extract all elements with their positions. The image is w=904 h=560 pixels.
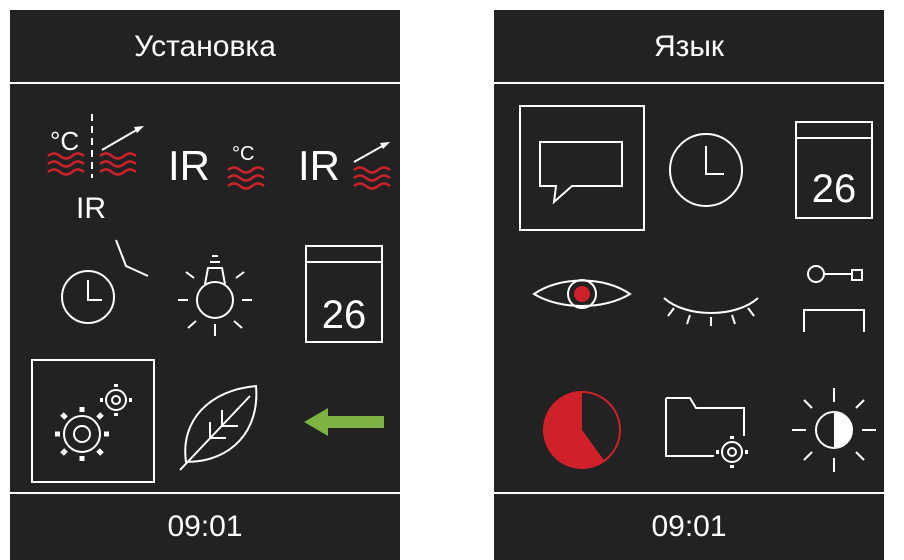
bubble-shape — [539, 141, 623, 205]
clock-time: 09:01 — [167, 510, 243, 543]
eye-open-icon[interactable] — [532, 279, 632, 309]
light-bulb-icon[interactable] — [178, 255, 252, 336]
degree-label: °C — [232, 143, 254, 165]
calendar-icon[interactable]: 26 — [795, 121, 873, 219]
sensor-calibration-icon[interactable]: °C IR — [47, 114, 144, 225]
arrow-head — [134, 126, 144, 133]
setup-icon-grid: °C IR IR °C IR 26 — [31, 114, 391, 483]
language-icon-grid: 26 — [519, 105, 876, 472]
calendar-day: 26 — [812, 167, 857, 211]
calendar-day: 26 — [322, 293, 367, 337]
calendar-icon[interactable]: 26 — [305, 245, 383, 343]
pie-fill — [544, 392, 605, 468]
clock-icon[interactable] — [669, 133, 743, 207]
ir-label: IR — [298, 142, 340, 189]
rise-arrow-icon — [353, 143, 387, 163]
speech-bubble-icon[interactable] — [519, 105, 645, 231]
gears-icon[interactable] — [31, 359, 155, 483]
clock-adjust-icon[interactable] — [61, 239, 149, 324]
eye-closed-icon[interactable] — [663, 297, 759, 326]
rise-arrow-icon — [101, 127, 141, 151]
selection-frame — [519, 105, 645, 231]
folder-settings-icon[interactable] — [665, 397, 748, 468]
degree-label: °C — [50, 126, 79, 156]
brightness-icon[interactable] — [792, 388, 876, 472]
ir-temperature-icon[interactable]: IR °C — [168, 142, 265, 190]
back-arrow-icon[interactable] — [304, 408, 384, 436]
arrow-head — [380, 142, 390, 149]
pie-timer-icon[interactable] — [543, 391, 621, 469]
ir-rise-icon[interactable]: IR — [298, 142, 391, 190]
heat-waves-icon — [353, 166, 391, 190]
setup-screen: Установка °C IR IR °C IR 26 09:01 — [10, 10, 400, 560]
heat-waves-icon — [227, 166, 265, 190]
ir-label: IR — [76, 192, 106, 225]
key-lock-icon[interactable] — [803, 265, 865, 332]
ir-label: IR — [168, 142, 210, 189]
language-screen: Язык 26 09:01 — [494, 10, 884, 560]
leaf-icon[interactable] — [179, 384, 258, 471]
clock-time: 09:01 — [651, 510, 727, 543]
